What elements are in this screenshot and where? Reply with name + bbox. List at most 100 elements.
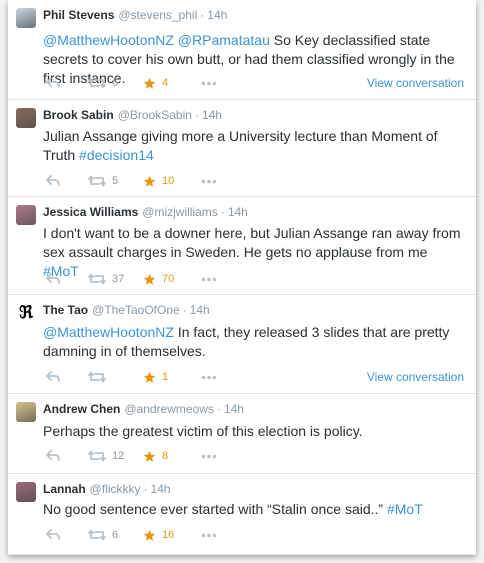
tweet-link[interactable]: @RPamatatau [178, 32, 270, 48]
star-icon [143, 175, 156, 188]
view-conversation-link[interactable]: View conversation [367, 370, 464, 384]
user-handle[interactable]: @andrewmeows [124, 402, 214, 416]
more-icon [201, 179, 217, 184]
avatar[interactable]: ℜ [16, 303, 36, 323]
favorite-count: 70 [162, 273, 175, 285]
more-icon [201, 81, 217, 86]
reply-button[interactable] [46, 448, 60, 464]
retweet-icon [88, 529, 106, 541]
avatar[interactable] [16, 108, 36, 128]
more-icon [201, 533, 217, 538]
retweet-icon [88, 77, 106, 89]
avatar[interactable] [16, 205, 36, 225]
user-name[interactable]: Lannah [43, 482, 86, 496]
retweet-button[interactable]: 6 [88, 527, 118, 543]
retweet-count: 6 [112, 529, 119, 541]
avatar[interactable] [16, 482, 36, 502]
separator-dot: · [143, 482, 148, 496]
user-name[interactable]: Phil Stevens [43, 8, 114, 22]
tweet-link[interactable]: #MoT [387, 501, 423, 517]
more-icon [201, 375, 217, 380]
retweet-button[interactable] [88, 369, 112, 385]
separator-dot: · [220, 205, 225, 219]
reply-button[interactable] [46, 369, 60, 385]
favorite-button[interactable]: 70 [143, 271, 174, 287]
user-handle[interactable]: @mizjwilliams [142, 205, 218, 219]
reply-button[interactable] [46, 75, 60, 91]
avatar[interactable] [16, 8, 36, 28]
more-icon [201, 454, 217, 459]
favorite-button[interactable]: 16 [143, 527, 174, 543]
reply-button[interactable] [46, 173, 60, 189]
reply-icon [46, 529, 60, 541]
favorite-count: 1 [162, 371, 169, 383]
tweet-time[interactable]: 14h [190, 303, 210, 317]
tweet-header: The Tao @TheTaoOfOne · 14h [43, 302, 210, 318]
user-handle[interactable]: @BrookSabin [118, 108, 192, 122]
reply-button[interactable] [46, 527, 60, 543]
retweet-icon [88, 371, 106, 383]
tweet-link[interactable]: @MatthewHootonNZ [43, 32, 174, 48]
reply-button[interactable] [46, 271, 60, 287]
view-conversation-link[interactable]: View conversation [367, 76, 464, 90]
more-button[interactable] [201, 527, 217, 543]
tweet: Jessica Williams @mizjwilliams · 14h I don't… [8, 197, 476, 295]
user-name[interactable]: Andrew Chen [43, 402, 120, 416]
retweet-count: 37 [112, 273, 125, 285]
tweet-time[interactable]: 14h [207, 8, 227, 22]
tweet: Phil Stevens @stevens_phil · 14h @MatthewHoo… [8, 0, 476, 100]
more-button[interactable] [201, 369, 217, 385]
more-button[interactable] [201, 75, 217, 91]
tweet-timeline: Phil Stevens @stevens_phil · 14h @MatthewHoo… [8, 0, 476, 555]
user-handle[interactable]: @stevens_phil [118, 8, 197, 22]
separator-dot: · [216, 402, 221, 416]
favorite-button[interactable]: 4 [143, 75, 168, 91]
favorite-button[interactable]: 8 [143, 448, 168, 464]
reply-icon [46, 77, 60, 89]
user-name[interactable]: The Tao [43, 303, 88, 317]
favorite-count: 8 [162, 450, 169, 462]
tweet-text-segment: No good sentence ever started with “Stal… [43, 501, 387, 517]
favorite-count: 10 [162, 175, 175, 187]
tweet-actions: 12 8 [43, 448, 463, 464]
tweet-header: Lannah @flickkky · 14h [43, 481, 171, 497]
tweet: Lannah @flickkky · 14h No good sentence ever… [8, 474, 476, 555]
user-name[interactable]: Brook Sabin [43, 108, 114, 122]
tweet-header: Brook Sabin @BrookSabin · 14h [43, 107, 222, 123]
tweet-actions: 6 16 [43, 527, 463, 543]
star-icon [143, 273, 156, 286]
retweet-icon [88, 175, 106, 187]
tweet-link[interactable]: @MatthewHootonNZ [43, 324, 174, 340]
tweet-time[interactable]: 14h [224, 402, 244, 416]
avatar[interactable] [16, 402, 36, 422]
star-icon [143, 371, 156, 384]
more-button[interactable] [201, 271, 217, 287]
retweet-icon [88, 273, 106, 285]
separator-dot: · [194, 108, 199, 122]
user-name[interactable]: Jessica Williams [43, 205, 138, 219]
reply-icon [46, 450, 60, 462]
tweet-time[interactable]: 14h [151, 482, 171, 496]
favorite-button[interactable]: 10 [143, 173, 174, 189]
tweet-link[interactable]: #decision14 [79, 147, 154, 163]
more-button[interactable] [201, 173, 217, 189]
retweet-button[interactable]: 5 [88, 173, 118, 189]
retweet-button[interactable]: 6 [88, 75, 118, 91]
tweet-time[interactable]: 14h [202, 108, 222, 122]
user-handle[interactable]: @flickkky [90, 482, 141, 496]
tweet-time[interactable]: 14h [228, 205, 248, 219]
tweet-text: @MatthewHootonNZ In fact, they released … [43, 323, 463, 361]
tweet-text: No good sentence ever started with “Stal… [43, 500, 463, 519]
retweet-button[interactable]: 12 [88, 448, 124, 464]
user-handle[interactable]: @TheTaoOfOne [92, 303, 180, 317]
tweet-header: Andrew Chen @andrewmeows · 14h [43, 401, 244, 417]
retweet-button[interactable]: 37 [88, 271, 124, 287]
favorite-count: 4 [162, 77, 169, 89]
tweet: ℜ The Tao @TheTaoOfOne · 14h @MatthewHootonNZ… [8, 295, 476, 394]
more-button[interactable] [201, 448, 217, 464]
favorite-button[interactable]: 1 [143, 369, 168, 385]
separator-dot: · [182, 303, 187, 317]
star-icon [143, 529, 156, 542]
star-icon [143, 77, 156, 90]
tweet-actions: 37 70 [43, 271, 463, 287]
